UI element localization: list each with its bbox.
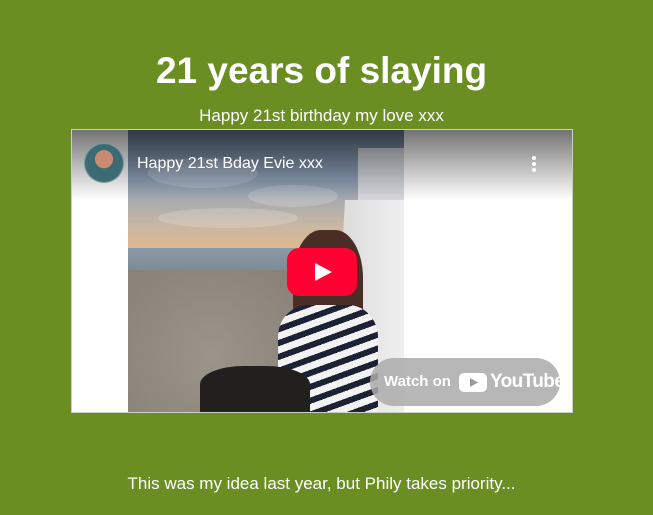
watch-on-youtube-button[interactable]: Watch on YouTube xyxy=(370,358,565,406)
play-button[interactable] xyxy=(287,248,357,296)
channel-avatar[interactable] xyxy=(84,143,124,183)
more-vertical-icon[interactable] xyxy=(524,154,544,176)
play-icon xyxy=(315,263,332,281)
youtube-embed[interactable]: Happy 21st Bday Evie xxx Watch on YouTub… xyxy=(71,129,573,413)
footer-note: This was my idea last year, but Phily ta… xyxy=(127,474,516,493)
youtube-wordmark: YouTube xyxy=(490,371,565,392)
watch-on-label: Watch on xyxy=(384,373,451,390)
page-title: 21 years of slaying xyxy=(155,49,488,91)
youtube-play-mark-icon xyxy=(459,373,487,392)
video-title[interactable]: Happy 21st Bday Evie xxx xyxy=(137,154,323,174)
page-subtitle: Happy 21st birthday my love xxx xyxy=(199,106,444,125)
youtube-logo-icon: YouTube xyxy=(459,371,565,393)
